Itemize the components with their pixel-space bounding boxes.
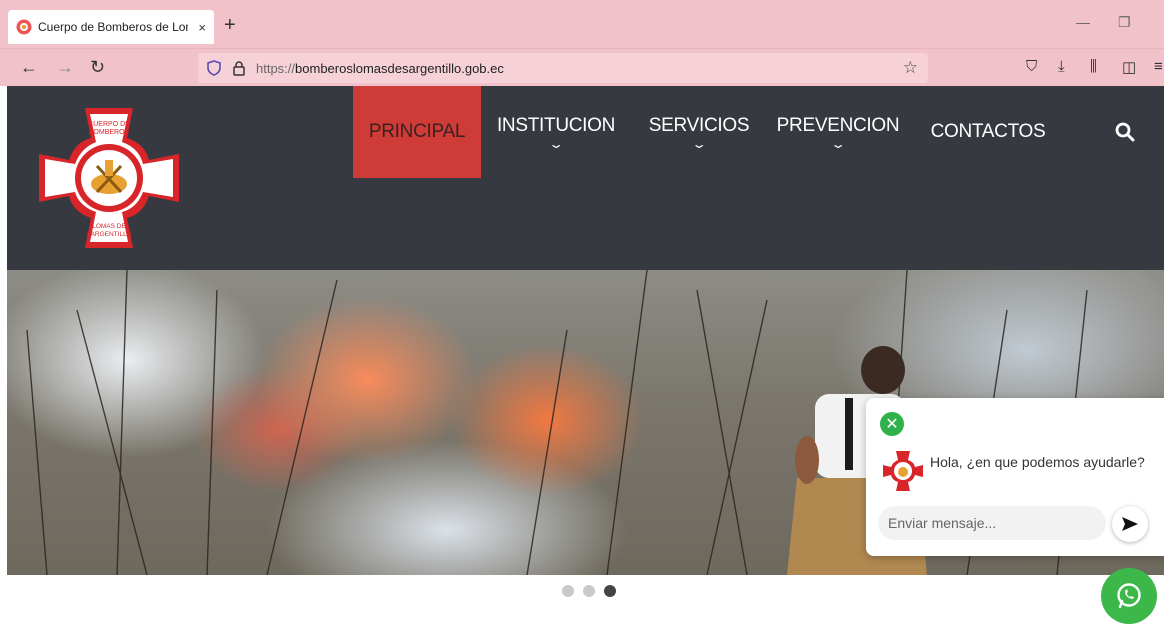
- search-icon[interactable]: [1115, 122, 1135, 142]
- reload-icon[interactable]: ↻: [90, 57, 105, 78]
- tab-close-icon[interactable]: ×: [198, 20, 206, 35]
- menu-label: PREVENCION: [776, 115, 900, 136]
- new-tab-button[interactable]: +: [224, 14, 236, 37]
- send-icon[interactable]: [1112, 506, 1148, 542]
- lock-icon: [233, 61, 245, 76]
- fire-department-logo[interactable]: CUERPO DE BOMBEROS LOMAS DE SARGENTILLO: [35, 104, 183, 252]
- bookmark-star-icon[interactable]: ☆: [903, 58, 918, 78]
- back-icon[interactable]: ←: [20, 57, 38, 78]
- menu-icon[interactable]: ≡: [1154, 58, 1163, 75]
- menu-contactos[interactable]: CONTACTOS: [925, 86, 1051, 178]
- menu-institucion[interactable]: INSTITUCION ⌄: [491, 86, 621, 178]
- chat-widget: ✕ Hola, ¿en que podemos ayudarle?: [866, 398, 1164, 556]
- url-bar[interactable]: https://bomberoslomasdesargentillo.gob.e…: [198, 53, 928, 83]
- download-icon[interactable]: ⤓: [1058, 58, 1065, 75]
- send-arrow-icon: [1122, 517, 1138, 531]
- slider-pagination: [0, 575, 1164, 617]
- url-host: bomberoslomasdesargentillo.gob.ec: [295, 60, 504, 76]
- close-icon[interactable]: ✕: [880, 412, 904, 436]
- favicon-icon: [16, 19, 32, 35]
- svg-text:SARGENTILLO: SARGENTILLO: [86, 231, 132, 238]
- site-header: CUERPO DE BOMBEROS LOMAS DE SARGENTILLO …: [7, 86, 1164, 270]
- svg-text:BOMBEROS: BOMBEROS: [89, 129, 130, 136]
- restore-icon[interactable]: ❐: [1118, 14, 1131, 31]
- minimize-icon[interactable]: —: [1076, 14, 1090, 30]
- whatsapp-icon: [1117, 583, 1141, 609]
- chat-message-input[interactable]: [878, 506, 1106, 540]
- pocket-icon[interactable]: ⛉: [1026, 58, 1037, 75]
- chat-avatar-logo: [883, 451, 923, 491]
- whatsapp-button[interactable]: [1101, 568, 1157, 624]
- menu-principal[interactable]: PRINCIPAL: [353, 86, 481, 178]
- browser-navbar: ← → ↻ https://bomberoslomasdesargentillo…: [0, 48, 1164, 86]
- menu-prevencion[interactable]: PREVENCION ⌄: [773, 86, 903, 178]
- slider-dot-3[interactable]: [604, 585, 616, 597]
- menu-label: SERVICIOS: [648, 115, 750, 136]
- slider-dot-1[interactable]: [562, 585, 574, 597]
- forward-icon[interactable]: →: [56, 57, 74, 78]
- menu-label: PRINCIPAL: [368, 121, 466, 142]
- chevron-down-icon: ⌄: [548, 137, 564, 151]
- browser-tabbar: Cuerpo de Bomberos de Lomas × + — ❐: [0, 0, 1164, 48]
- browser-tab[interactable]: Cuerpo de Bomberos de Lomas ×: [8, 10, 214, 44]
- chevron-down-icon: ⌄: [691, 137, 707, 151]
- url-text: https://bomberoslomasdesargentillo.gob.e…: [256, 61, 504, 76]
- tab-title: Cuerpo de Bomberos de Lomas: [38, 20, 188, 34]
- chat-greeting: Hola, ¿en que podemos ayudarle?: [930, 454, 1145, 470]
- menu-label: INSTITUCION: [496, 115, 616, 136]
- svg-text:CUERPO DE: CUERPO DE: [88, 121, 130, 128]
- menu-servicios[interactable]: SERVICIOS ⌄: [643, 86, 755, 178]
- library-icon[interactable]: ⫼: [1090, 58, 1097, 75]
- menu-label: CONTACTOS: [930, 121, 1046, 142]
- chevron-down-icon: ⌄: [830, 137, 846, 151]
- sidebar-icon[interactable]: ◫: [1122, 58, 1136, 76]
- url-protocol: https://: [256, 60, 296, 76]
- svg-text:LOMAS DE: LOMAS DE: [92, 223, 126, 230]
- slider-dot-2[interactable]: [583, 585, 595, 597]
- shield-icon: [207, 60, 221, 76]
